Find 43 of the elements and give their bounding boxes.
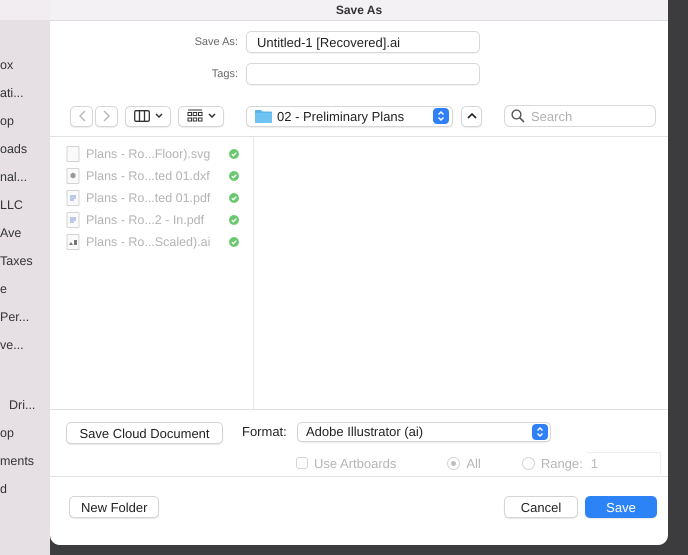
sidebar-item[interactable]: Per... [0, 308, 50, 336]
sidebar-item[interactable]: e [0, 280, 50, 308]
icon-view-button[interactable] [178, 106, 224, 126]
sidebar-item[interactable]: op [0, 112, 50, 140]
columns-icon [134, 110, 150, 122]
folder-icon [255, 109, 272, 123]
sidebar-item[interactable]: ve... [0, 336, 50, 364]
window-title: Save As [336, 3, 382, 17]
sidebar-item[interactable]: d [0, 480, 50, 508]
field-label: Save As: [194, 36, 238, 48]
parent-folder-button[interactable] [461, 106, 482, 126]
sidebar-item[interactable]: LLC [0, 196, 50, 224]
field-label: Tags: [210, 68, 238, 80]
sidebar-item[interactable]: Ave [0, 224, 50, 252]
file-icon [66, 234, 80, 250]
sidebar-item[interactable]: Taxes [0, 252, 50, 280]
chevron-up-icon [466, 113, 476, 119]
chevron-down-icon [154, 113, 162, 119]
sidebar-item[interactable]: ox [0, 56, 50, 84]
new-folder-button[interactable]: New Folder [69, 496, 160, 518]
column-view-button[interactable] [125, 106, 171, 126]
stepper-icon [532, 424, 548, 440]
sidebar-item[interactable]: oads [0, 140, 50, 168]
tags-field[interactable] [246, 63, 480, 85]
grid-icon [186, 109, 202, 123]
location-popup[interactable]: 02 - Preliminary Plans [246, 106, 453, 126]
sidebar-item[interactable]: nal... [0, 168, 50, 196]
file-icon [66, 190, 80, 206]
format-label: Format: [242, 424, 288, 439]
cancel-button[interactable]: Cancel [504, 496, 578, 518]
save-button[interactable]: Save [585, 496, 657, 518]
sidebar-item[interactable]: op [0, 424, 50, 452]
file-icon [66, 212, 80, 228]
file-icon [66, 146, 80, 162]
sidebar-item[interactable]: ments [0, 452, 50, 480]
sidebar-item[interactable]: Dri... [0, 396, 50, 424]
sidebar-item[interactable]: ati... [0, 84, 50, 112]
stepper-icon [433, 108, 449, 124]
search-icon [511, 109, 525, 123]
search-field[interactable]: Search [504, 105, 656, 127]
filename-field[interactable]: Untitled-1 [Recovered].ai [246, 31, 480, 53]
file-icon [66, 168, 80, 184]
chevron-down-icon [208, 113, 216, 119]
